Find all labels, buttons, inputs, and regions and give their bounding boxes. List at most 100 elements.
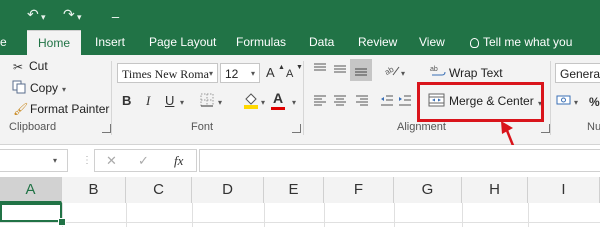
more-icon: ⋮: [82, 155, 92, 166]
svg-text:ab: ab: [384, 64, 396, 77]
gridline: [126, 203, 127, 227]
column-header-d[interactable]: D: [192, 177, 264, 203]
font-name-dropdown-icon[interactable]: ▾: [209, 69, 213, 78]
name-box-dropdown-icon[interactable]: ▾: [53, 156, 57, 165]
wrap-text-button[interactable]: Wrap Text: [449, 66, 503, 80]
alignment-group-label: Alignment: [397, 121, 446, 133]
customize-quick-access-icon[interactable]: ⚊: [111, 8, 120, 24]
font-color-icon[interactable]: A: [273, 90, 283, 106]
title-bar: ↶ ▾ ↷ ▾ ⚊: [0, 0, 600, 30]
tab-page-layout[interactable]: Page Layout: [149, 30, 216, 55]
column-header-g[interactable]: G: [394, 177, 462, 203]
decrease-indent-icon[interactable]: [380, 95, 394, 111]
middle-align-icon[interactable]: [333, 63, 347, 79]
font-launcher-icon[interactable]: [292, 124, 301, 133]
grow-font-arrow-icon: ▲: [278, 64, 285, 71]
number-group-label: Nu: [587, 121, 600, 133]
align-center-icon[interactable]: [333, 95, 347, 111]
borders-icon[interactable]: [200, 93, 214, 111]
format-painter-button[interactable]: Format Painter: [30, 102, 109, 116]
font-color-dropdown-icon[interactable]: ▾: [292, 98, 296, 107]
orientation-dropdown-icon[interactable]: ▾: [401, 69, 405, 78]
bottom-align-icon[interactable]: [350, 59, 372, 81]
enter-icon[interactable]: ✓: [138, 153, 149, 169]
redo-dropdown-icon[interactable]: ▾: [77, 9, 82, 25]
separator: [550, 61, 551, 135]
highlight-box: [417, 82, 544, 122]
copy-icon[interactable]: [12, 80, 26, 98]
gridline: [462, 203, 463, 227]
bold-button[interactable]: B: [122, 93, 131, 109]
insert-function-button[interactable]: fx: [174, 153, 183, 169]
tab-data[interactable]: Data: [309, 30, 334, 55]
fill-color-dropdown-icon[interactable]: ▾: [261, 98, 265, 107]
gridline: [324, 203, 325, 227]
name-box[interactable]: [0, 149, 68, 172]
tab-view[interactable]: View: [419, 30, 445, 55]
tab-insert[interactable]: Insert: [95, 30, 125, 55]
ribbon-tabs: e Home Insert Page Layout Formulas Data …: [0, 30, 600, 74]
italic-button[interactable]: I: [146, 93, 150, 109]
number-format-select[interactable]: General: [555, 63, 600, 83]
font-group-label: Font: [191, 121, 214, 133]
font-name-select[interactable]: Times New Roma: [117, 63, 218, 83]
separator: [111, 61, 112, 135]
top-align-icon[interactable]: [313, 63, 327, 79]
tell-me-search[interactable]: Tell me what you want t: [470, 30, 600, 74]
column-header-c[interactable]: C: [126, 177, 192, 203]
column-header-a[interactable]: A: [0, 177, 62, 203]
format-painter-icon[interactable]: 🖌: [13, 101, 28, 117]
separator: [303, 61, 304, 135]
tab-review[interactable]: Review: [358, 30, 397, 55]
copy-dropdown-icon[interactable]: ▾: [62, 85, 66, 94]
grow-font-icon[interactable]: A: [266, 65, 275, 81]
column-header-f[interactable]: F: [324, 177, 394, 203]
column-header-h[interactable]: H: [462, 177, 528, 203]
column-header-e[interactable]: E: [264, 177, 324, 203]
column-header-i[interactable]: I: [528, 177, 600, 203]
gridline: [394, 203, 395, 227]
lightbulb-icon: [470, 37, 479, 48]
align-left-icon[interactable]: [313, 95, 327, 111]
copy-button[interactable]: Copy: [30, 81, 58, 95]
undo-icon[interactable]: ↶: [27, 6, 39, 22]
redo-icon[interactable]: ↷: [63, 6, 75, 22]
align-right-icon[interactable]: [355, 95, 369, 111]
gridline: [192, 203, 193, 227]
clipboard-group-label: Clipboard: [9, 121, 57, 133]
percent-style-icon[interactable]: %: [589, 94, 600, 110]
selected-cell[interactable]: [0, 203, 62, 222]
clipboard-launcher-icon[interactable]: [102, 124, 111, 133]
tab-formulas[interactable]: Formulas: [236, 30, 286, 55]
tab-home[interactable]: Home: [27, 30, 81, 56]
gridline: [528, 203, 529, 227]
underline-dropdown-icon[interactable]: ▾: [180, 98, 184, 107]
column-headers: A B C D E F G H I: [0, 177, 600, 204]
borders-dropdown-icon[interactable]: ▾: [218, 98, 222, 107]
accounting-format-icon[interactable]: [556, 93, 572, 111]
scissors-icon[interactable]: ✂: [13, 59, 23, 75]
row-gridline: [0, 222, 600, 223]
alignment-launcher-icon[interactable]: [541, 124, 550, 133]
underline-button[interactable]: U: [165, 93, 174, 109]
svg-text:ab: ab: [430, 66, 438, 73]
gridline: [264, 203, 265, 227]
font-size-dropdown-icon[interactable]: ▾: [251, 69, 255, 78]
fill-handle[interactable]: [58, 218, 66, 226]
orientation-icon[interactable]: ab: [383, 63, 400, 81]
worksheet-grid[interactable]: [0, 203, 600, 227]
formula-bar: ▾ ⋮ ✕ ✓ fx: [0, 145, 600, 178]
increase-indent-icon[interactable]: [398, 95, 412, 111]
tab-file[interactable]: e: [0, 30, 8, 55]
shrink-font-icon[interactable]: A: [286, 66, 293, 82]
column-header-b[interactable]: B: [62, 177, 126, 203]
cancel-icon[interactable]: ✕: [106, 153, 117, 169]
undo-dropdown-icon[interactable]: ▾: [41, 9, 46, 25]
shrink-font-arrow-icon: ▼: [296, 64, 303, 71]
wrap-text-icon[interactable]: ab: [430, 65, 446, 83]
cut-button[interactable]: Cut: [29, 59, 48, 73]
font-color-bar: [271, 107, 285, 110]
accounting-dropdown-icon[interactable]: ▾: [574, 98, 578, 107]
formula-input[interactable]: [199, 149, 600, 172]
fill-color-icon[interactable]: [243, 91, 259, 113]
